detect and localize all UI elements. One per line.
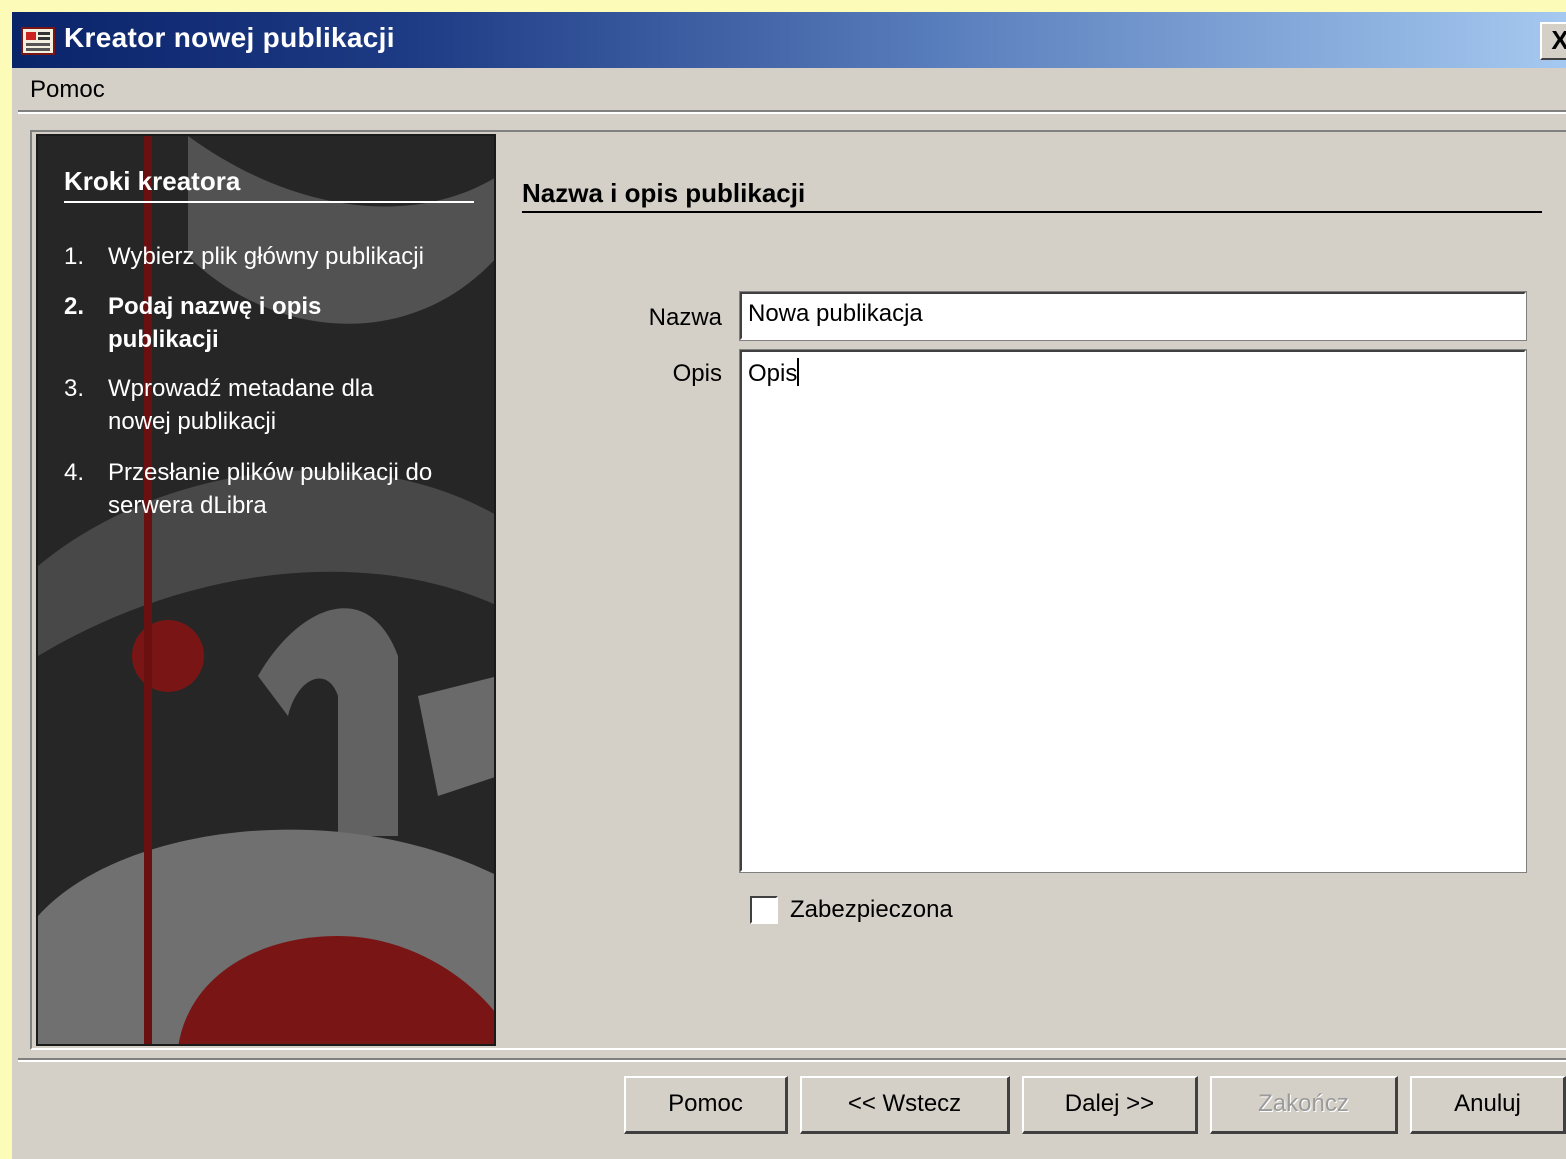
step-number: 1.	[64, 243, 85, 270]
step-number: 4.	[64, 459, 85, 486]
wizard-window: Kreator nowej publikacji X Pomoc Kroki k…	[12, 12, 1566, 1159]
menu-bar: Pomoc	[12, 68, 1566, 112]
step-label: Wybierz plik główny publikacji	[108, 243, 424, 270]
name-field[interactable]: Nowa publikacja	[739, 291, 1527, 341]
step-label: Wprowadź metadane dla nowej publikacji	[108, 375, 374, 435]
name-label: Nazwa	[648, 304, 722, 331]
steps-title: Kroki kreatora	[64, 166, 474, 203]
close-button[interactable]: X	[1540, 22, 1566, 60]
step-number: 3.	[64, 375, 85, 402]
step-label: Przesłanie plików publikacji do serwera …	[108, 459, 433, 519]
menu-separator	[18, 110, 1566, 114]
step-number: 2.	[64, 293, 85, 320]
menu-item-help[interactable]: Pomoc	[30, 76, 105, 104]
next-button[interactable]: Dalej >>	[1022, 1076, 1198, 1134]
description-value: Opis	[748, 360, 798, 387]
wizard-steps-panel: Kroki kreatora 1. Wybierz plik główny pu…	[36, 134, 496, 1046]
finish-button[interactable]: Zakończ	[1210, 1076, 1398, 1134]
step-label: Podaj nazwę i opis publikacji	[108, 293, 322, 353]
app-icon	[21, 27, 55, 55]
secured-checkbox[interactable]	[750, 896, 778, 924]
help-button[interactable]: Pomoc	[624, 1076, 788, 1134]
text-caret	[797, 358, 800, 386]
cancel-button[interactable]: Anuluj	[1410, 1076, 1566, 1134]
name-field-value: Nowa publikacja	[748, 300, 923, 327]
section-title: Nazwa i opis publikacji	[522, 178, 1542, 213]
window-title: Kreator nowej publikacji	[64, 22, 395, 53]
back-button[interactable]: << Wstecz	[800, 1076, 1010, 1134]
description-textarea[interactable]: Opis	[739, 349, 1527, 873]
title-bar[interactable]: Kreator nowej publikacji X	[12, 12, 1566, 68]
description-label: Opis	[672, 360, 722, 387]
button-bar-separator	[18, 1058, 1566, 1062]
secured-checkbox-label[interactable]: Zabezpieczona	[790, 896, 953, 924]
